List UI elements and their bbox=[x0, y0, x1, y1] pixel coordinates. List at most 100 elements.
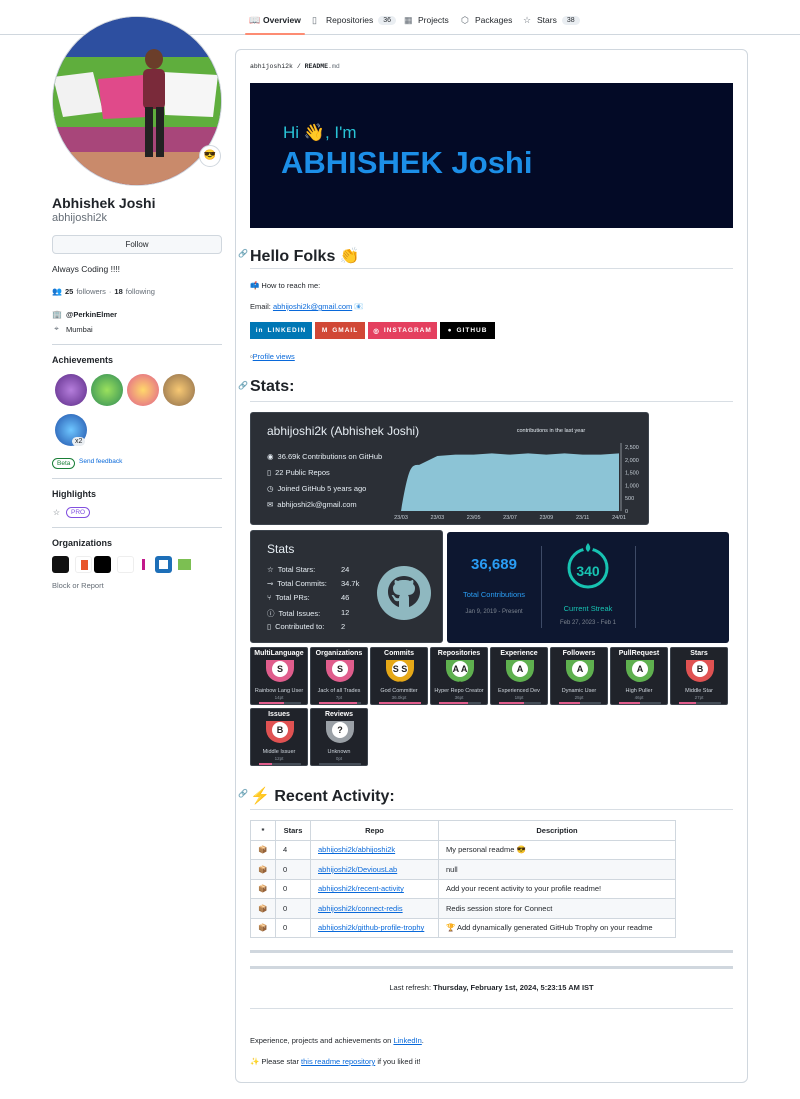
following-count[interactable]: 18 bbox=[114, 287, 122, 296]
anchor-link-icon[interactable]: 🔗 bbox=[238, 249, 248, 258]
achievement-badge-yolo[interactable] bbox=[127, 374, 159, 406]
badge-label: GITHUB bbox=[456, 327, 488, 334]
org-avatar[interactable] bbox=[136, 556, 153, 573]
trophy-card: PullRequest A High Puller 46pt bbox=[610, 647, 668, 705]
star-icon: ☆ bbox=[52, 508, 61, 517]
trophy-rank: ? bbox=[332, 722, 348, 738]
readme-repo-link[interactable]: this readme repository bbox=[301, 1057, 375, 1066]
trophy-card: MultiLanguage S Rainbow Lang User 14pt bbox=[250, 647, 308, 705]
trophy-name: Unknown bbox=[327, 749, 351, 755]
header-cell: Description bbox=[438, 820, 676, 841]
pro-badge: PRO bbox=[66, 507, 91, 518]
tab-label: Packages bbox=[475, 15, 513, 25]
followers-label[interactable]: followers bbox=[76, 287, 106, 296]
trophy-card: Organizations S Jack of all Trades 7pt bbox=[310, 647, 368, 705]
trophy-points: 27pt bbox=[694, 695, 704, 700]
trophy-title: Commits bbox=[384, 650, 414, 657]
trophy-progress-bar bbox=[499, 702, 541, 704]
building-icon: 🏢 bbox=[52, 310, 62, 319]
github-icon: ● bbox=[447, 327, 453, 334]
profile-username: abhijoshi2k bbox=[52, 212, 108, 224]
follow-button[interactable]: Follow bbox=[52, 235, 222, 254]
profile-fullname: Abhishek Joshi bbox=[52, 195, 156, 211]
github-logo-icon bbox=[377, 566, 431, 620]
trophy-points: 7pt bbox=[335, 695, 343, 700]
tab-overview[interactable]: 📖 Overview bbox=[245, 9, 305, 35]
instagram-badge[interactable]: ◎ INSTAGRAM bbox=[368, 322, 437, 339]
email-line: Email: abhijoshi2k@gmail.com 📧 bbox=[250, 302, 364, 311]
trophy-points: 36pt bbox=[454, 695, 464, 700]
package-icon: 📦 bbox=[250, 898, 276, 919]
achievement-multiplier: x2 bbox=[72, 437, 86, 446]
crumb-user[interactable]: abhijoshi2k bbox=[250, 63, 293, 70]
github-badge[interactable]: ● GITHUB bbox=[440, 322, 495, 339]
linkedin-badge[interactable]: in LINKEDIN bbox=[250, 322, 312, 339]
repo-link[interactable]: abhijoshi2k/abhijoshi2k bbox=[318, 845, 395, 854]
org-avatar[interactable] bbox=[75, 556, 92, 573]
org-avatar[interactable] bbox=[52, 556, 69, 573]
trophy-progress-fill bbox=[499, 702, 525, 704]
anchor-link-icon[interactable]: 🔗 bbox=[238, 789, 248, 798]
achievement-badge-pull-shark[interactable] bbox=[55, 374, 87, 406]
trophy-rank: A bbox=[512, 661, 528, 677]
repo-cell: abhijoshi2k/abhijoshi2k bbox=[310, 839, 439, 860]
badge-label: LINKEDIN bbox=[267, 327, 307, 334]
followers-count[interactable]: 25 bbox=[65, 287, 73, 296]
company-link[interactable]: @PerkinElmer bbox=[66, 310, 117, 319]
sidebar-divider bbox=[52, 527, 222, 528]
trophy-card: Repositories A A A Hyper Repo Creator 36pt bbox=[430, 647, 488, 705]
header-cell: * bbox=[250, 820, 276, 841]
email-link[interactable]: abhijoshi2k@gmail.com bbox=[273, 302, 352, 311]
stat-label: Total Issues: bbox=[278, 609, 321, 618]
org-avatar[interactable] bbox=[117, 556, 134, 573]
stat-row: ☆ Total Stars: bbox=[267, 565, 315, 574]
repo-link[interactable]: abhijoshi2k/connect-redis bbox=[318, 904, 403, 913]
star-icon: ☆ bbox=[267, 565, 274, 574]
linkedin-link[interactable]: LinkedIn bbox=[393, 1036, 421, 1045]
tab-stars[interactable]: ☆ Stars 38 bbox=[523, 9, 580, 31]
tab-label: Stars bbox=[537, 15, 557, 25]
package-icon: ⬡ bbox=[461, 14, 469, 25]
trophy-points: 14pt bbox=[274, 695, 284, 700]
send-feedback-link[interactable]: Send feedback bbox=[79, 458, 122, 465]
block-or-report-link[interactable]: Block or Report bbox=[52, 581, 104, 590]
summary-line: ◉ 36.69k Contributions on GitHub bbox=[267, 452, 382, 461]
following-label[interactable]: following bbox=[126, 287, 155, 296]
location-line: ⌖ Mumbai bbox=[52, 324, 92, 334]
repo-link[interactable]: abhijoshi2k/github-profile-trophy bbox=[318, 923, 424, 932]
trophy-title: Experience bbox=[500, 650, 538, 657]
achievements-heading[interactable]: Achievements bbox=[52, 355, 113, 365]
tab-repositories[interactable]: ▯ Repositories 36 bbox=[312, 9, 397, 31]
avatar[interactable] bbox=[52, 16, 222, 186]
star-icon: ☆ bbox=[523, 14, 532, 25]
readme-banner: Hi 👋, I'm ABHISHEK Joshi bbox=[250, 83, 733, 228]
description-cell: null bbox=[438, 859, 676, 880]
x-tick-label: 23/03 bbox=[394, 515, 408, 521]
crumb-file[interactable]: README bbox=[305, 63, 328, 70]
achievement-badge-quickdraw[interactable] bbox=[163, 374, 195, 406]
tab-packages[interactable]: ⬡ Packages bbox=[461, 9, 512, 31]
status-emoji[interactable]: 😎 bbox=[199, 145, 221, 167]
trophy-progress-fill bbox=[619, 702, 640, 704]
org-avatar[interactable] bbox=[176, 556, 193, 573]
tab-projects[interactable]: ▦ Projects bbox=[404, 9, 449, 31]
description-cell: My personal readme 😎 bbox=[438, 839, 676, 860]
trophy-name: Middle Star bbox=[685, 688, 713, 694]
achievement-badge-pair-extraordinaire[interactable] bbox=[91, 374, 123, 406]
stars-cell: 0 bbox=[275, 878, 311, 899]
repo-link[interactable]: abhijoshi2k/DeviousLab bbox=[318, 865, 397, 874]
org-avatar[interactable] bbox=[94, 556, 111, 573]
tab-label: Repositories bbox=[326, 15, 374, 25]
stats-title: Stats bbox=[267, 542, 295, 556]
summary-text: Joined GitHub 5 years ago bbox=[277, 484, 367, 493]
trophy-title: Repositories bbox=[437, 650, 481, 657]
streak-divider bbox=[541, 546, 542, 628]
stats-heading: Stats: bbox=[250, 378, 295, 395]
footer-text: Experience, projects and achievements on bbox=[250, 1036, 392, 1045]
gmail-badge[interactable]: M GMAIL bbox=[315, 322, 365, 339]
repo-link[interactable]: abhijoshi2k/recent-activity bbox=[318, 884, 404, 893]
activity-table: * Stars Repo Description 📦 4 abhijoshi2k… bbox=[250, 820, 676, 938]
anchor-link-icon[interactable]: 🔗 bbox=[238, 381, 248, 390]
profile-views-link[interactable]: Profile views bbox=[253, 352, 295, 361]
org-avatar[interactable] bbox=[155, 556, 172, 573]
